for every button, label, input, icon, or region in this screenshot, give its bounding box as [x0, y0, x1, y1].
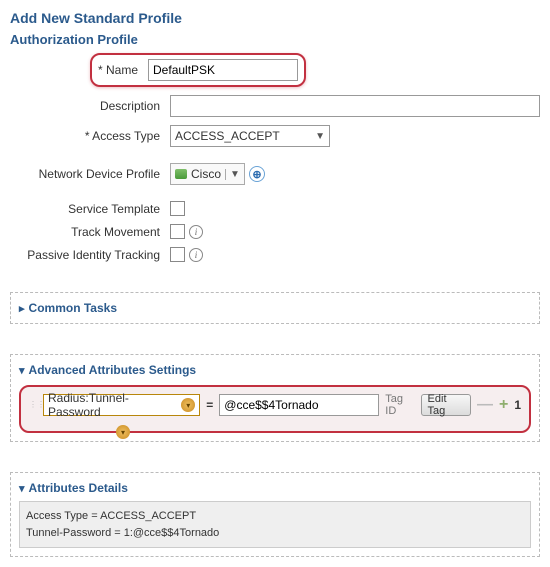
page-title: Add New Standard Profile [10, 10, 540, 26]
row-description: Description [10, 95, 540, 117]
chevron-down-icon: ▾ [19, 482, 25, 495]
dropdown-icon[interactable]: ▾ [116, 425, 130, 439]
passive-identity-label: Passive Identity Tracking [10, 248, 170, 262]
edit-tag-button[interactable]: Edit Tag [421, 394, 471, 416]
attribute-name: Radius:Tunnel-Password [48, 391, 181, 419]
attribute-row: ⋮⋮ Radius:Tunnel-Password ▾ = Tag ID Edi… [29, 393, 521, 417]
attributes-details-title: Attributes Details [29, 481, 128, 495]
row-ndp: Network Device Profile Cisco ▼ ⊕ [10, 163, 540, 185]
description-input[interactable] [170, 95, 540, 117]
attribute-value-input[interactable] [219, 394, 379, 416]
add-ndp-button[interactable]: ⊕ [249, 166, 265, 182]
attribute-select[interactable]: Radius:Tunnel-Password ▾ [43, 394, 200, 416]
track-movement-checkbox[interactable] [170, 224, 185, 239]
access-type-label: * Access Type [10, 129, 170, 143]
name-input[interactable] [148, 59, 298, 81]
chevron-down-icon[interactable]: ▼ [225, 169, 240, 180]
passive-identity-checkbox[interactable] [170, 247, 185, 262]
name-label: * Name [98, 63, 148, 77]
dropdown-icon: ▾ [181, 398, 195, 412]
row-track-movement: Track Movement i [10, 224, 540, 239]
row-access-type: * Access Type ACCESS_ACCEPT ▼ [10, 125, 540, 147]
track-movement-label: Track Movement [10, 225, 170, 239]
row-passive-identity: Passive Identity Tracking i [10, 247, 540, 262]
attributes-details-panel: ▾ Attributes Details Access Type = ACCES… [10, 472, 540, 557]
ndp-value: Cisco [191, 167, 221, 181]
advanced-attributes-panel: ▾ Advanced Attributes Settings ⋮⋮ Radius… [10, 354, 540, 442]
ndp-label: Network Device Profile [10, 167, 170, 181]
info-icon[interactable]: i [189, 248, 203, 262]
advanced-attributes-title: Advanced Attributes Settings [29, 363, 197, 377]
common-tasks-title: Common Tasks [29, 301, 117, 315]
common-tasks-header[interactable]: ▸ Common Tasks [19, 301, 531, 315]
remove-icon[interactable]: — [477, 396, 493, 414]
drag-handle-icon[interactable]: ⋮⋮ [29, 403, 37, 407]
name-highlight: * Name [90, 53, 306, 87]
service-template-label: Service Template [10, 202, 170, 216]
ndp-select[interactable]: Cisco ▼ [170, 163, 245, 185]
chevron-right-icon: ▸ [19, 302, 25, 315]
add-icon[interactable]: + [499, 396, 508, 414]
chevron-down-icon: ▾ [19, 364, 25, 377]
access-type-value: ACCESS_ACCEPT [175, 129, 280, 143]
cisco-icon [175, 169, 187, 179]
description-label: Description [10, 99, 170, 113]
service-template-checkbox[interactable] [170, 201, 185, 216]
row-number: 1 [514, 398, 521, 412]
section-title: Authorization Profile [10, 32, 540, 47]
access-type-select[interactable]: ACCESS_ACCEPT ▼ [170, 125, 330, 147]
equals-icon: = [206, 398, 213, 412]
common-tasks-panel: ▸ Common Tasks [10, 292, 540, 324]
row-service-template: Service Template [10, 201, 540, 216]
attributes-details-header[interactable]: ▾ Attributes Details [19, 481, 531, 495]
info-icon[interactable]: i [189, 225, 203, 239]
row-name: * Name [10, 53, 540, 87]
tagid-label: Tag ID [385, 393, 414, 417]
chevron-down-icon: ▼ [315, 131, 325, 142]
advanced-highlight: ⋮⋮ Radius:Tunnel-Password ▾ = Tag ID Edi… [19, 385, 531, 433]
advanced-attributes-header[interactable]: ▾ Advanced Attributes Settings [19, 363, 531, 377]
